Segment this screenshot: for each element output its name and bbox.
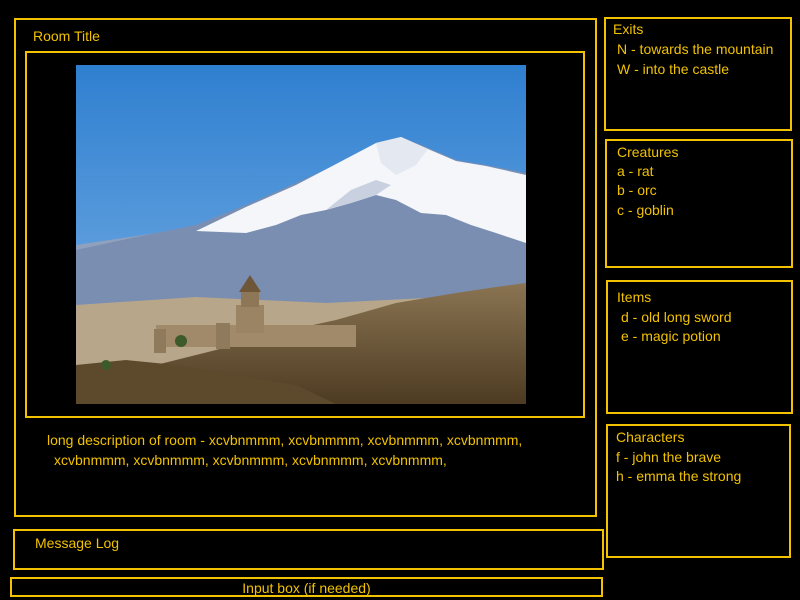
creatures-title: Creatures bbox=[617, 144, 679, 160]
items-title: Items bbox=[617, 289, 652, 305]
exit-item-west[interactable]: W - into the castle bbox=[617, 61, 729, 77]
room-image bbox=[76, 65, 526, 404]
input-box[interactable] bbox=[10, 577, 603, 597]
exit-item-north[interactable]: N - towards the mountain bbox=[617, 41, 773, 57]
room-title: Room Title bbox=[33, 28, 100, 44]
room-description-line: xcvbnmmm, xcvbnmmm, xcvbnmmm, xcvbnmmm, … bbox=[54, 452, 447, 468]
room-description: long description of room - xcvbnmmm, xcv… bbox=[47, 430, 587, 470]
character-item[interactable]: h - emma the strong bbox=[616, 468, 741, 484]
inventory-item[interactable]: d - old long sword bbox=[621, 309, 732, 325]
creature-item[interactable]: c - goblin bbox=[617, 202, 674, 218]
characters-title: Characters bbox=[616, 429, 685, 445]
command-input[interactable] bbox=[12, 580, 601, 596]
room-description-line: long description of room - xcvbnmmm, xcv… bbox=[47, 432, 523, 448]
message-log-title: Message Log bbox=[35, 535, 120, 551]
creature-item[interactable]: b - orc bbox=[617, 182, 657, 198]
exits-title: Exits bbox=[613, 21, 644, 37]
creature-item[interactable]: a - rat bbox=[617, 163, 654, 179]
inventory-item[interactable]: e - magic potion bbox=[621, 328, 721, 344]
character-item[interactable]: f - john the brave bbox=[616, 449, 721, 465]
